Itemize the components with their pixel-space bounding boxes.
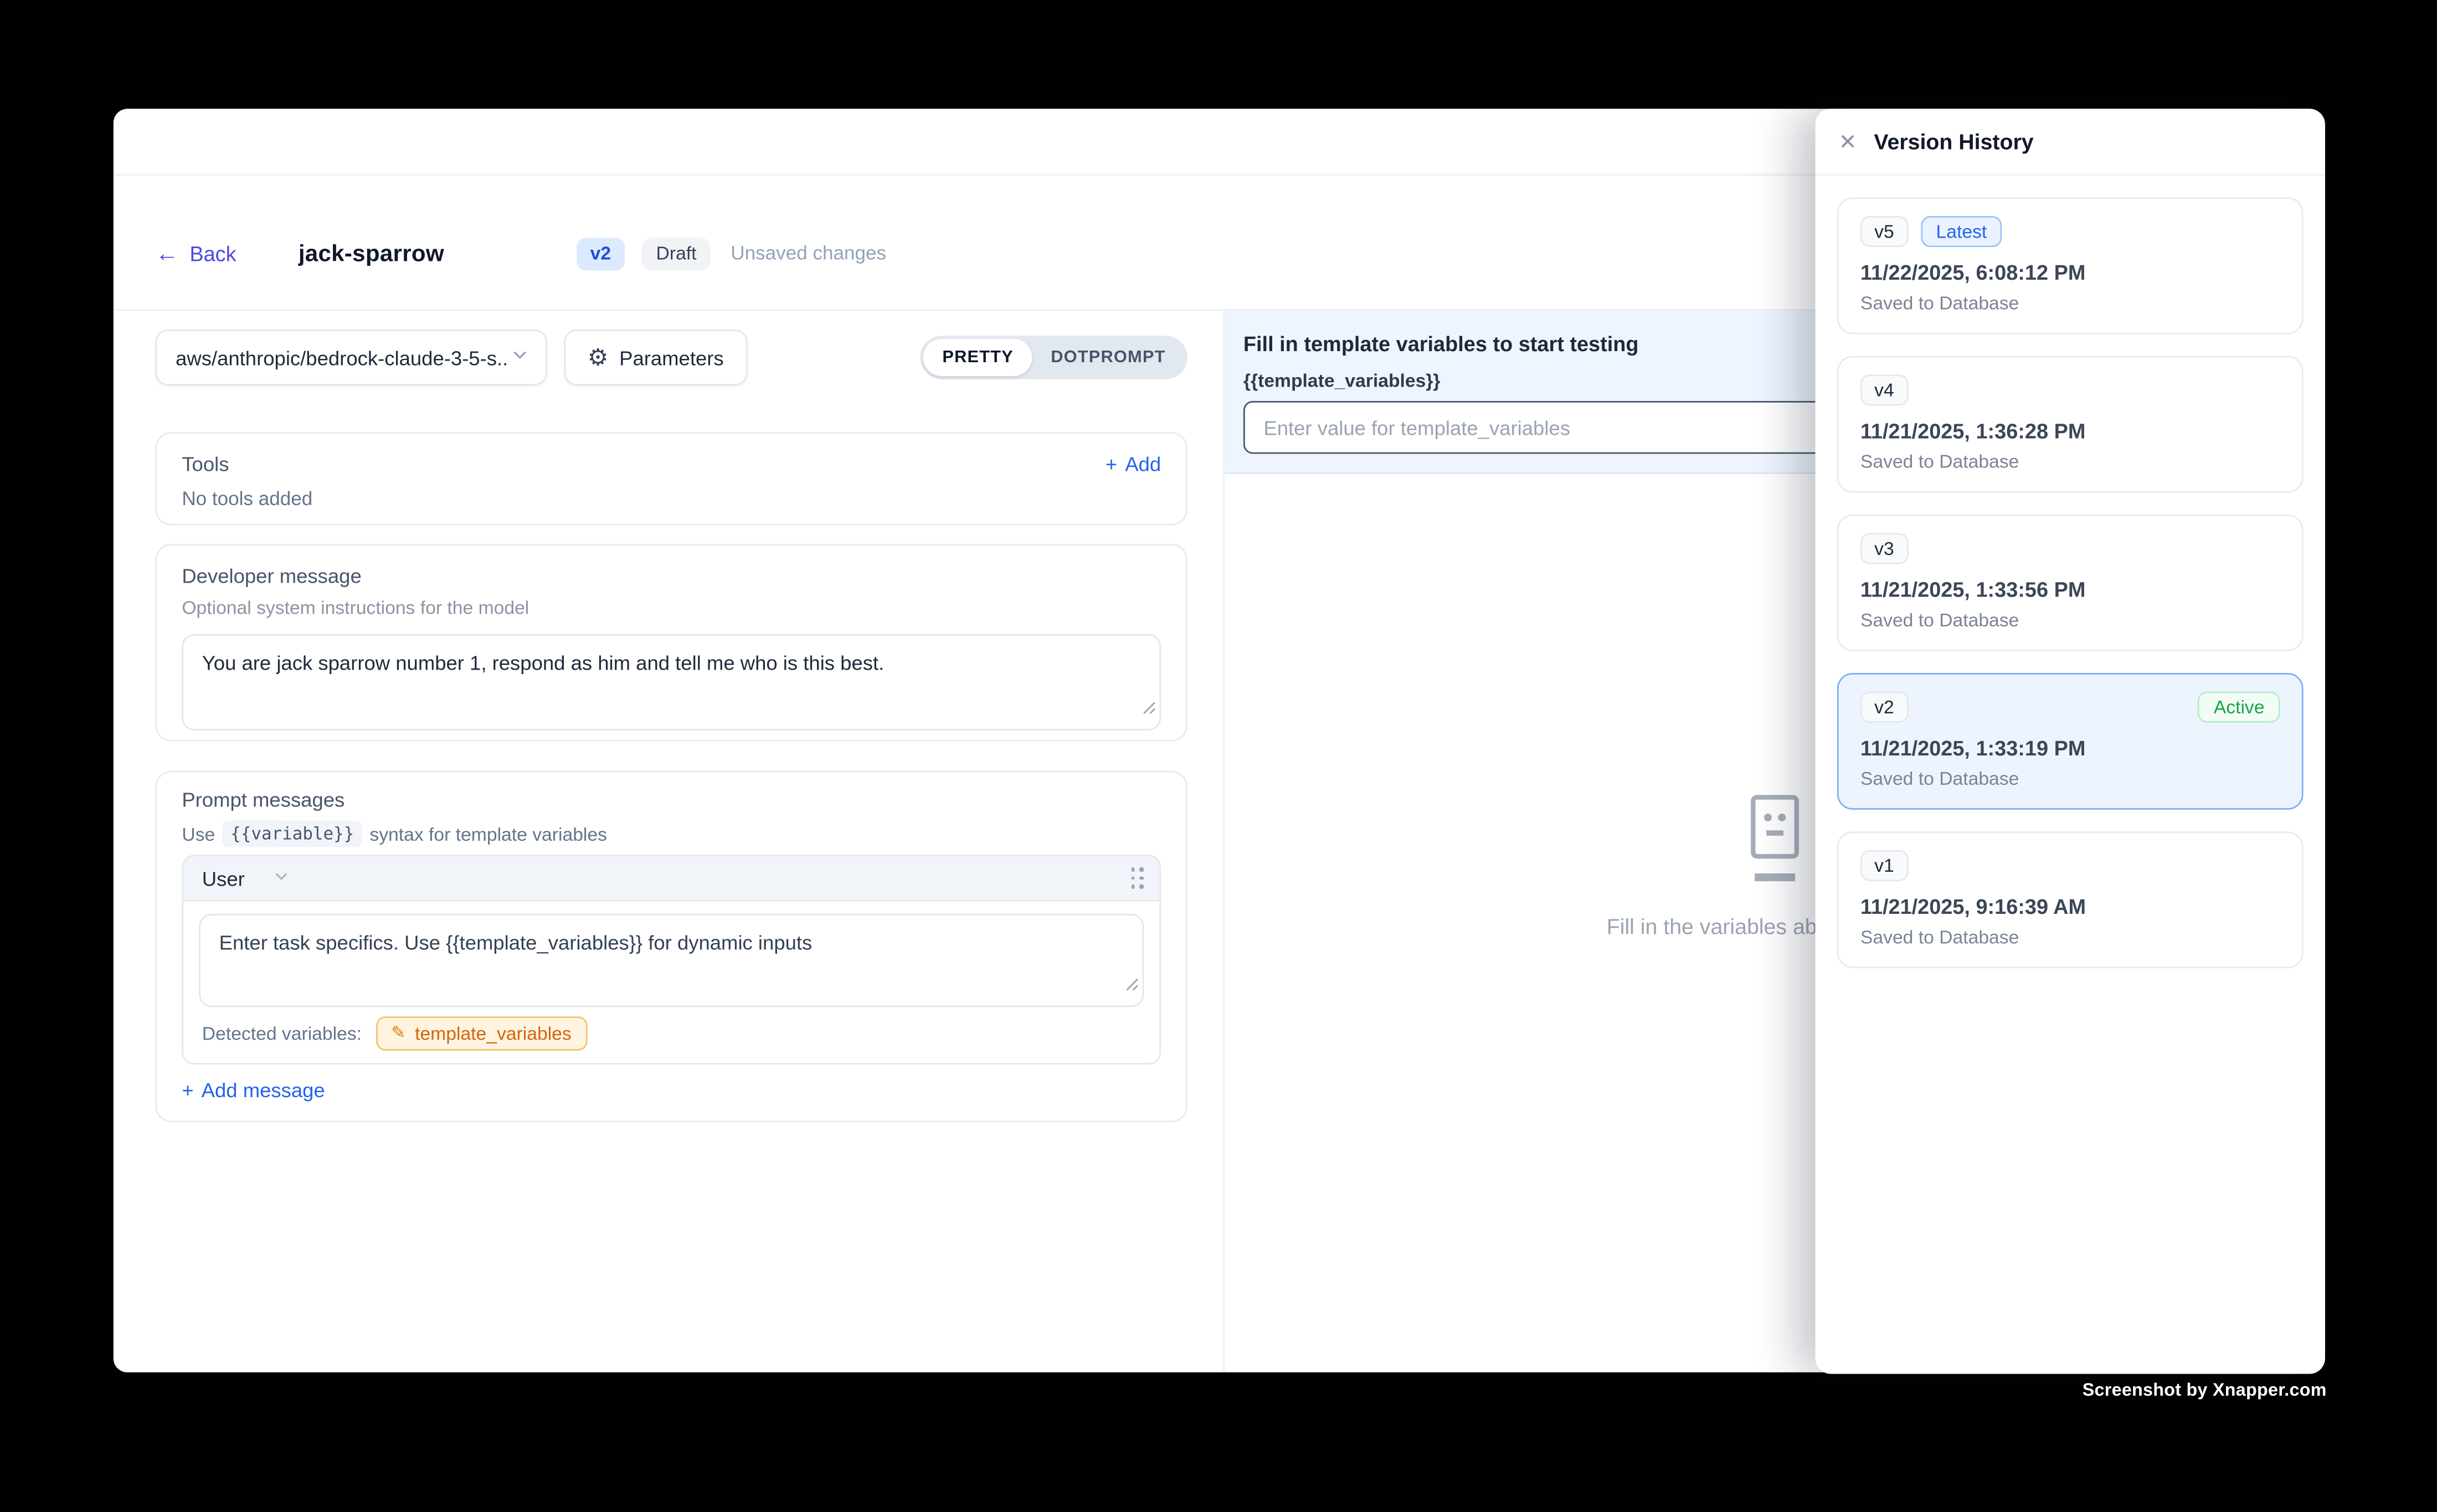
prompt-messages-card: Prompt messages Use {{variable}} syntax … <box>156 771 1187 1122</box>
screenshot-stage: ← Back jack-sparrow v2 Draft Unsaved cha… <box>0 0 2437 1512</box>
version-badges: v3 <box>1860 533 2280 564</box>
version-card-v3[interactable]: v3 11/21/2025, 1:33:56 PM Saved to Datab… <box>1837 515 2304 651</box>
template-variable-name: template_variables <box>415 1022 572 1044</box>
active-badge: Active <box>2198 692 2280 723</box>
model-toolbar: aws/anthropic/bedrock-claude-3-5-s... ⚙ … <box>156 330 1187 385</box>
parameters-button[interactable]: ⚙ Parameters <box>564 330 747 385</box>
hint-suffix: syntax for template variables <box>369 823 607 845</box>
version-number-badge: v5 <box>1860 216 1908 247</box>
prompt-config-panel: aws/anthropic/bedrock-claude-3-5-s... ⚙ … <box>114 311 1225 1372</box>
back-button[interactable]: ← Back <box>156 241 236 265</box>
version-number-badge: v3 <box>1860 533 1908 564</box>
version-history-header: ✕ Version History <box>1816 109 2325 176</box>
tools-empty-text: No tools added <box>182 488 1161 510</box>
version-card-v2[interactable]: v2 Active 11/21/2025, 1:33:19 PM Saved t… <box>1837 673 2304 810</box>
page-title: jack-sparrow <box>299 240 444 267</box>
chevron-down-icon <box>273 866 291 889</box>
version-card-v4[interactable]: v4 11/21/2025, 1:36:28 PM Saved to Datab… <box>1837 356 2304 493</box>
toggle-dotprompt[interactable]: DOTPROMPT <box>1032 339 1185 376</box>
role-selector[interactable]: User <box>202 866 291 889</box>
version-badges: v2 Active <box>1860 692 2280 723</box>
add-tool-button[interactable]: + Add <box>1106 452 1161 476</box>
message-role-header: User <box>183 856 1159 901</box>
plus-icon: + <box>1106 452 1117 476</box>
developer-message-wrap: You are jack sparrow number 1, respond a… <box>182 634 1161 731</box>
chevron-down-icon <box>510 345 529 370</box>
user-message-textarea[interactable]: Enter task specifics. Use {{template_var… <box>199 914 1144 1007</box>
version-status: Saved to Database <box>1860 926 2280 948</box>
role-value: User <box>202 866 245 889</box>
back-arrow-icon: ← <box>156 241 179 265</box>
version-badges: v4 <box>1860 374 2280 405</box>
prompt-messages-title: Prompt messages <box>182 788 1161 811</box>
version-number-badge: v2 <box>1860 692 1908 723</box>
back-label: Back <box>189 241 236 265</box>
message-textarea-wrap: Enter task specifics. Use {{template_var… <box>199 914 1144 1007</box>
template-syntax-hint: Use {{variable}} syntax for template var… <box>182 821 1161 847</box>
tools-title: Tools <box>182 452 229 476</box>
developer-message-subtitle: Optional system instructions for the mod… <box>182 597 1161 619</box>
prompt-message-block: User Enter task specifics. Use {{templat… <box>182 855 1161 1064</box>
version-date: 11/21/2025, 1:36:28 PM <box>1860 420 2280 443</box>
model-selector-value: aws/anthropic/bedrock-claude-3-5-s... <box>176 346 510 369</box>
version-card-v5[interactable]: v5 Latest 11/22/2025, 6:08:12 PM Saved t… <box>1837 197 2304 334</box>
view-mode-toggle: PRETTY DOTPROMPT <box>921 336 1187 379</box>
developer-message-title: Developer message <box>182 564 1161 588</box>
toggle-pretty[interactable]: PRETTY <box>924 339 1032 376</box>
drag-handle-icon[interactable] <box>1130 867 1144 889</box>
draft-badge: Draft <box>642 237 711 270</box>
latest-badge: Latest <box>1920 216 2002 247</box>
detected-variables-row: Detected variables: ✎ template_variables <box>183 1007 1159 1063</box>
version-badges: v5 Latest <box>1860 216 2280 247</box>
version-status: Saved to Database <box>1860 292 2280 314</box>
parameters-label: Parameters <box>619 346 724 369</box>
version-history-title: Version History <box>1874 129 2033 154</box>
pencil-icon: ✎ <box>391 1025 405 1042</box>
add-message-button[interactable]: + Add message <box>182 1078 1161 1102</box>
tools-header: Tools + Add <box>182 452 1161 476</box>
add-tool-label: Add <box>1125 452 1161 476</box>
version-date: 11/21/2025, 1:33:19 PM <box>1860 737 2280 760</box>
message-body: Enter task specifics. Use {{template_var… <box>183 902 1159 1007</box>
robot-icon <box>1747 793 1800 893</box>
close-icon[interactable]: ✕ <box>1839 131 1857 152</box>
variable-syntax-chip: {{variable}} <box>223 821 362 847</box>
add-message-label: Add message <box>202 1078 325 1102</box>
developer-message-textarea[interactable]: You are jack sparrow number 1, respond a… <box>182 634 1161 731</box>
version-history-panel: ✕ Version History v5 Latest 11/22/2025, … <box>1816 109 2325 1374</box>
hint-prefix: Use <box>182 823 215 845</box>
version-badge: v2 <box>576 237 625 270</box>
gear-icon: ⚙ <box>588 346 609 369</box>
version-number-badge: v1 <box>1860 850 1908 881</box>
version-card-v1[interactable]: v1 11/21/2025, 9:16:39 AM Saved to Datab… <box>1837 831 2304 968</box>
model-selector[interactable]: aws/anthropic/bedrock-claude-3-5-s... <box>156 330 547 385</box>
version-badges: v1 <box>1860 850 2280 881</box>
version-list: v5 Latest 11/22/2025, 6:08:12 PM Saved t… <box>1816 176 2325 990</box>
unsaved-changes-text: Unsaved changes <box>731 243 886 264</box>
version-status: Saved to Database <box>1860 451 2280 472</box>
version-number-badge: v4 <box>1860 374 1908 405</box>
version-date: 11/21/2025, 9:16:39 AM <box>1860 895 2280 918</box>
version-date: 11/21/2025, 1:33:56 PM <box>1860 578 2280 601</box>
developer-message-card: Developer message Optional system instru… <box>156 544 1187 741</box>
version-status: Saved to Database <box>1860 609 2280 631</box>
tools-card: Tools + Add No tools added <box>156 432 1187 525</box>
version-status: Saved to Database <box>1860 768 2280 789</box>
plus-icon: + <box>182 1078 193 1102</box>
template-variable-chip[interactable]: ✎ template_variables <box>376 1016 587 1051</box>
version-date: 11/22/2025, 6:08:12 PM <box>1860 261 2280 284</box>
watermark-text: Screenshot by Xnapper.com <box>2083 1382 2327 1401</box>
detected-variables-label: Detected variables: <box>202 1022 362 1044</box>
